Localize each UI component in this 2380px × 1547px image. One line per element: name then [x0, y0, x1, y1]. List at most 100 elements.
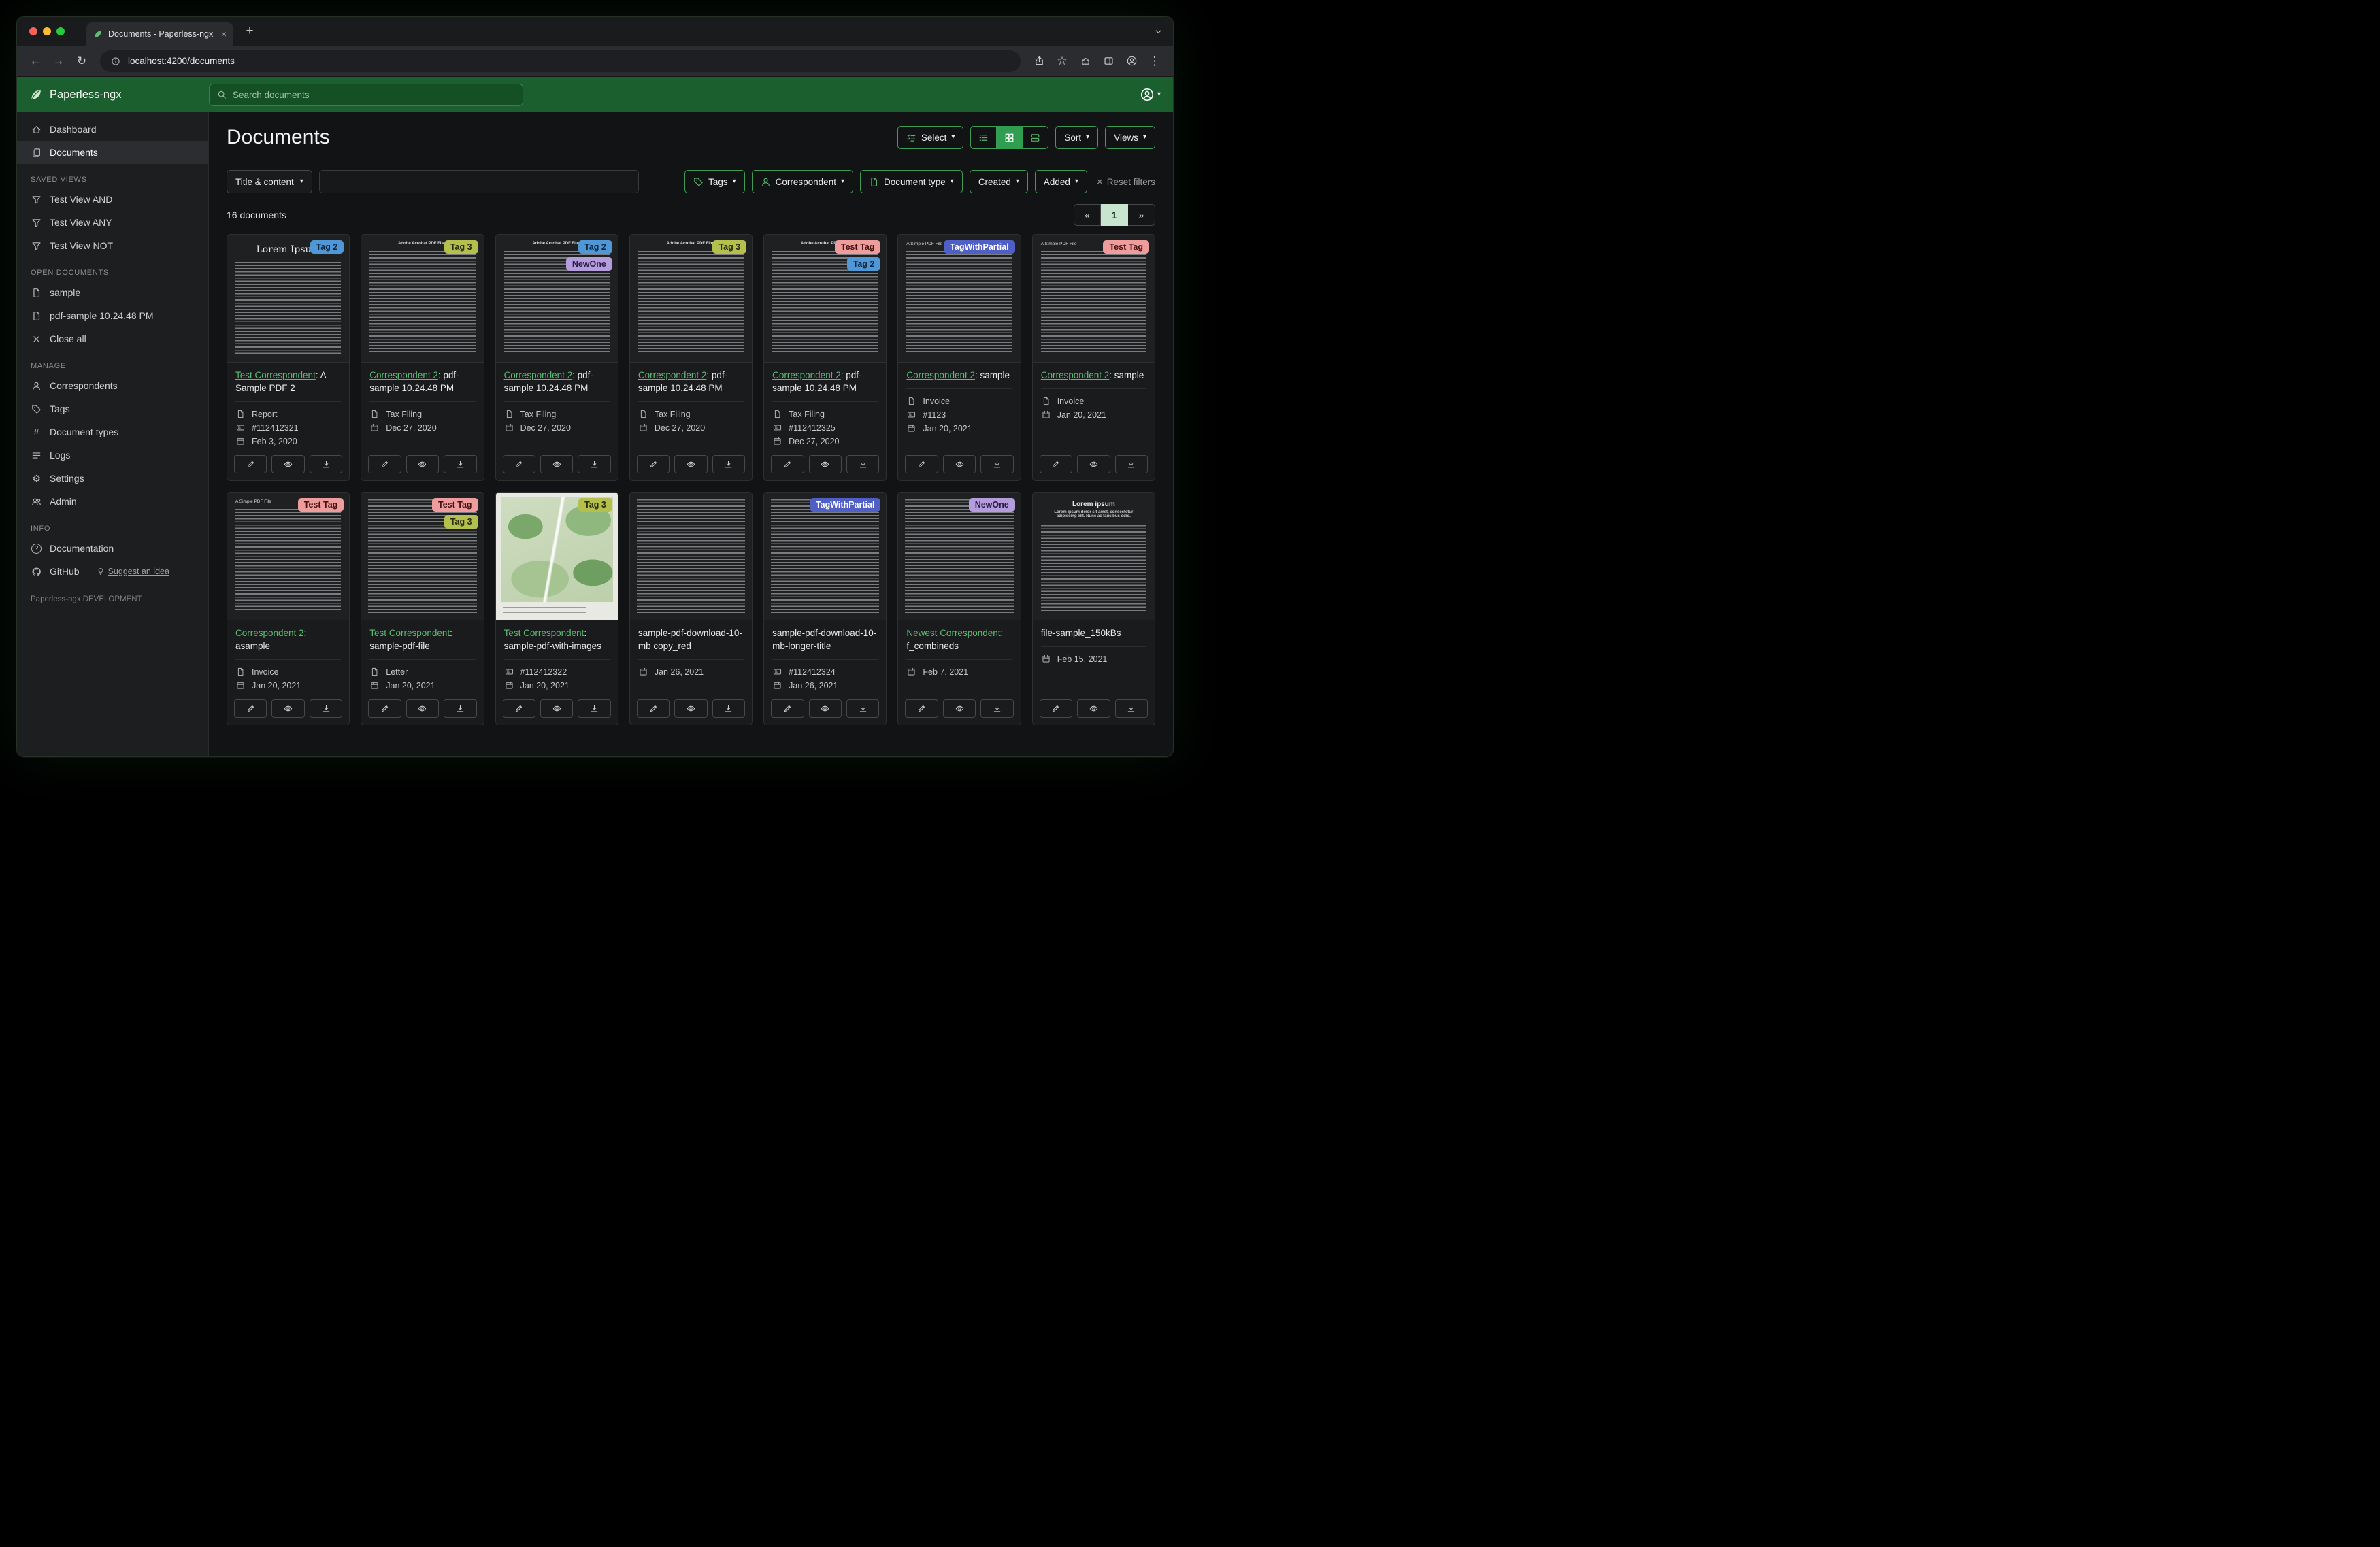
current-page-button[interactable]: 1	[1101, 204, 1128, 226]
edit-button[interactable]	[771, 699, 804, 718]
tag-badge[interactable]: Tag 2	[578, 240, 612, 254]
view-button[interactable]	[674, 454, 708, 473]
sidebar-item-saved-view-not[interactable]: Test View NOT	[17, 234, 208, 257]
document-card[interactable]: Tag 3 Test Correspondent: sample-pdf-wit…	[495, 491, 618, 725]
sidebar-item-documentation[interactable]: ? Documentation	[17, 537, 208, 560]
browser-menu-icon[interactable]: ⋮	[1144, 51, 1165, 71]
sidebar-item-github[interactable]: GitHub Suggest an idea	[17, 560, 208, 583]
maximize-window-button[interactable]	[56, 27, 65, 35]
document-title-link[interactable]: : sample	[975, 370, 1010, 380]
global-search[interactable]	[209, 83, 523, 106]
download-button[interactable]	[980, 699, 1014, 718]
tag-badge[interactable]: Tag 2	[310, 240, 344, 254]
address-bar[interactable]: localhost:4200/documents	[100, 50, 1021, 72]
download-button[interactable]	[309, 454, 343, 473]
sidebar-item-open-document-pdf-sample[interactable]: pdf-sample 10.24.48 PM	[17, 304, 208, 327]
document-thumbnail-area[interactable]: Adobe Acrobat PDF Files Tag 2 NewOne	[495, 235, 618, 363]
download-button[interactable]	[444, 699, 477, 718]
view-button[interactable]	[540, 454, 574, 473]
edit-button[interactable]	[771, 454, 804, 473]
side-panel-icon[interactable]	[1098, 51, 1119, 71]
correspondent-link[interactable]: Test Correspondent	[369, 628, 450, 638]
site-info-icon[interactable]	[110, 55, 122, 67]
edit-button[interactable]	[368, 454, 401, 473]
tag-badge[interactable]: NewOne	[968, 497, 1015, 512]
view-button[interactable]	[808, 699, 842, 718]
correspondent-link[interactable]: Correspondent 2	[638, 370, 707, 380]
view-button[interactable]	[406, 454, 440, 473]
correspondent-link[interactable]: Correspondent 2	[504, 370, 573, 380]
edit-button[interactable]	[502, 454, 535, 473]
sidebar-item-logs[interactable]: Logs	[17, 444, 208, 467]
document-thumbnail-area[interactable]: TagWithPartial	[764, 492, 887, 620]
view-button[interactable]	[674, 699, 708, 718]
detail-view-button[interactable]	[1023, 126, 1049, 149]
tag-badge[interactable]: TagWithPartial	[809, 497, 881, 512]
document-card[interactable]: Lorem Ipsum Tag 2 Test Correspondent: A …	[227, 234, 350, 481]
download-button[interactable]	[578, 454, 611, 473]
sidebar-item-open-document-sample[interactable]: sample	[17, 281, 208, 304]
sidebar-item-correspondents[interactable]: Correspondents	[17, 374, 208, 397]
edit-button[interactable]	[636, 699, 670, 718]
created-filter-button[interactable]: Created ▾	[969, 170, 1028, 193]
view-button[interactable]	[540, 699, 574, 718]
sidebar-item-saved-view-and[interactable]: Test View AND	[17, 188, 208, 211]
document-type-filter-button[interactable]: Document type ▾	[859, 170, 963, 193]
document-type-value[interactable]: Invoice	[1057, 397, 1085, 406]
document-card[interactable]: A Simple PDF File Test Tag Correspondent…	[227, 491, 350, 725]
document-thumbnail-area[interactable]: Adobe Acrobat PDF Files Tag 3	[361, 235, 484, 363]
reload-icon[interactable]: ↻	[71, 51, 92, 71]
view-button[interactable]	[1077, 454, 1110, 473]
document-card[interactable]: Test Tag Tag 3 Test Correspondent: sample…	[361, 491, 484, 725]
correspondent-link[interactable]: Correspondent 2	[1041, 370, 1110, 380]
edit-button[interactable]	[234, 699, 267, 718]
document-thumbnail-area[interactable]: Adobe Acrobat PDF Files Test Tag Tag 2	[764, 235, 887, 363]
document-title-link[interactable]: : sample	[1109, 370, 1144, 380]
profile-icon[interactable]	[1121, 51, 1142, 71]
next-page-button[interactable]: »	[1128, 204, 1155, 226]
bookmark-star-icon[interactable]: ☆	[1052, 51, 1072, 71]
document-type-value[interactable]: Tax Filing	[655, 410, 691, 419]
edit-button[interactable]	[905, 699, 938, 718]
minimize-window-button[interactable]	[43, 27, 51, 35]
tag-badge[interactable]: Tag 3	[444, 240, 478, 254]
download-button[interactable]	[578, 699, 611, 718]
tag-badge[interactable]: Test Tag	[432, 497, 478, 512]
document-type-value[interactable]: Tax Filing	[789, 410, 825, 419]
edit-button[interactable]	[636, 454, 670, 473]
search-input[interactable]	[233, 89, 515, 100]
edit-button[interactable]	[368, 699, 401, 718]
tag-badge[interactable]: NewOne	[565, 257, 612, 271]
tag-badge[interactable]: Tag 2	[846, 257, 881, 271]
sidebar-item-close-all[interactable]: Close all	[17, 327, 208, 350]
download-button[interactable]	[309, 699, 343, 718]
document-type-value[interactable]: Invoice	[252, 667, 279, 677]
document-type-value[interactable]: Tax Filing	[386, 410, 422, 419]
browser-tab[interactable]: Documents - Paperless-ngx ×	[86, 22, 233, 46]
sidebar-item-tags[interactable]: Tags	[17, 397, 208, 420]
tag-badge[interactable]: Test Tag	[834, 240, 881, 254]
view-button[interactable]	[808, 454, 842, 473]
suggest-idea-link[interactable]: Suggest an idea	[97, 567, 169, 576]
document-type-value[interactable]: Tax Filing	[520, 410, 557, 419]
document-thumbnail-area[interactable]: Lorem Ipsum Tag 2	[227, 235, 350, 363]
added-filter-button[interactable]: Added ▾	[1034, 170, 1087, 193]
edit-button[interactable]	[234, 454, 267, 473]
document-title-link[interactable]: file-sample_150kBs	[1041, 628, 1121, 638]
correspondent-filter-button[interactable]: Correspondent ▾	[751, 170, 853, 193]
tag-badge[interactable]: Tag 3	[444, 514, 478, 529]
document-thumbnail-area[interactable]: A Simple PDF File Test Tag	[1032, 235, 1155, 363]
sort-button[interactable]: Sort ▾	[1055, 126, 1099, 149]
document-thumbnail-area[interactable]	[629, 492, 753, 620]
share-icon[interactable]	[1029, 51, 1049, 71]
document-title-link[interactable]: sample-pdf-download-10-mb-longer-title	[772, 628, 876, 651]
document-type-value[interactable]: Letter	[386, 667, 408, 677]
tab-close-icon[interactable]: ×	[221, 29, 227, 39]
view-button[interactable]	[406, 699, 440, 718]
correspondent-link[interactable]: Correspondent 2	[906, 370, 975, 380]
edit-button[interactable]	[905, 454, 938, 473]
document-card[interactable]: Adobe Acrobat PDF Files Test Tag Tag 2 Co…	[763, 234, 887, 481]
new-tab-button[interactable]: +	[240, 22, 259, 41]
sidebar-item-document-types[interactable]: # Document types	[17, 420, 208, 444]
download-button[interactable]	[712, 454, 746, 473]
